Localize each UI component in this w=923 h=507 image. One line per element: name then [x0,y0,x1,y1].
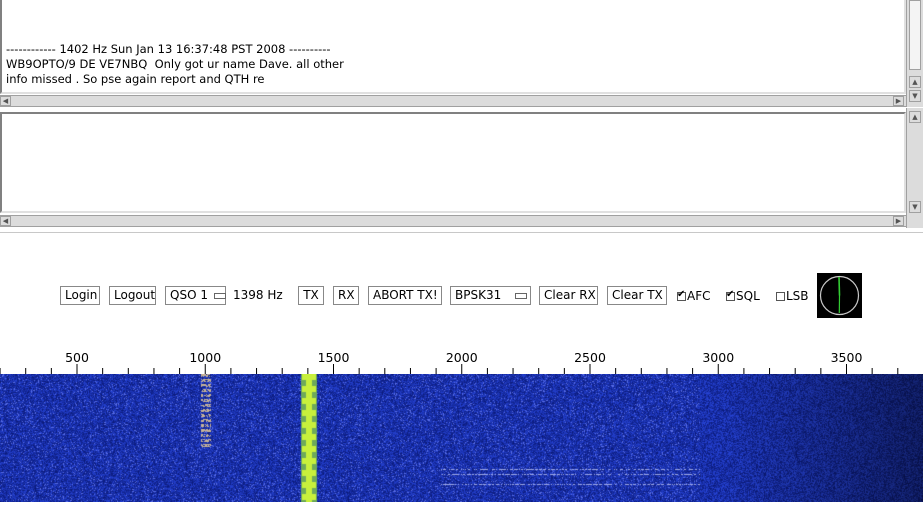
arrow-left-icon[interactable]: ◀ [0,96,11,106]
checkbox-checked-icon[interactable] [677,288,686,302]
login-button[interactable]: Login [60,286,100,305]
sql-label: SQL [736,289,760,303]
tx-text-panel[interactable] [0,112,906,213]
arrow-down-icon[interactable]: ▼ [909,90,921,102]
mode-select[interactable]: BPSK31 [450,286,531,305]
arrow-down-icon[interactable]: ▼ [909,201,921,213]
lsb-label: LSB [786,289,809,303]
tick-marks [0,364,899,374]
rx-line: ------------ 1402 Hz Sun Jan 13 16:37:48… [6,42,331,56]
afc-checkbox[interactable]: AFC [677,288,711,303]
tx-button[interactable]: TX [298,286,324,305]
frequency-scale: 500 1000 1500 2000 2500 3000 3500 [0,350,923,374]
logout-button[interactable]: Logout [109,286,156,305]
mode-selected-value: BPSK31 [455,288,502,302]
arrow-up-icon[interactable]: ▲ [909,76,921,88]
phase-scope-icon [817,273,862,318]
rx-scroll-thumb[interactable] [909,0,921,70]
qso-selected-value: QSO 1 [170,288,208,302]
waterfall-display[interactable] [0,374,923,502]
control-toolbar: Login Logout QSO 1 1398 Hz TX RX ABORT T… [0,284,923,308]
qso-select[interactable]: QSO 1 [165,286,226,305]
rx-text-panel[interactable]: ------------ 1402 Hz Sun Jan 13 16:37:48… [0,0,906,94]
lsb-checkbox[interactable]: LSB [776,289,809,303]
clear-tx-button[interactable]: Clear TX [607,286,667,305]
afc-label: AFC [687,289,711,303]
tx-vertical-scrollbar[interactable]: ▲ ▼ [906,108,923,228]
checkbox-unchecked-icon[interactable] [776,292,785,301]
rx-line: WB9OPTO/9 DE VE7NBQ Only got ur name Dav… [6,57,344,71]
panel-divider [0,232,923,233]
rx-horizontal-scrollbar[interactable]: ◀ ▶ [0,95,906,107]
dropdown-icon [515,292,528,299]
rx-line: info missed . So pse again report and QT… [6,72,265,86]
checkbox-checked-icon[interactable] [726,288,735,302]
tx-horizontal-scrollbar[interactable]: ◀ ▶ [0,215,906,227]
frequency-readout: 1398 Hz [233,288,283,302]
arrow-left-icon[interactable]: ◀ [0,216,11,226]
sql-checkbox[interactable]: SQL [726,288,760,303]
dropdown-icon [213,292,226,299]
abort-tx-button[interactable]: ABORT TX! [368,286,442,305]
rx-vertical-scrollbar[interactable]: ▲ ▼ [906,0,923,107]
clear-rx-button[interactable]: Clear RX [539,286,598,305]
arrow-right-icon[interactable]: ▶ [893,96,904,106]
rx-text: ------------ 1402 Hz Sun Jan 13 16:37:48… [6,42,344,87]
rx-button[interactable]: RX [333,286,359,305]
arrow-up-icon[interactable]: ▲ [909,111,921,123]
arrow-right-icon[interactable]: ▶ [893,216,904,226]
